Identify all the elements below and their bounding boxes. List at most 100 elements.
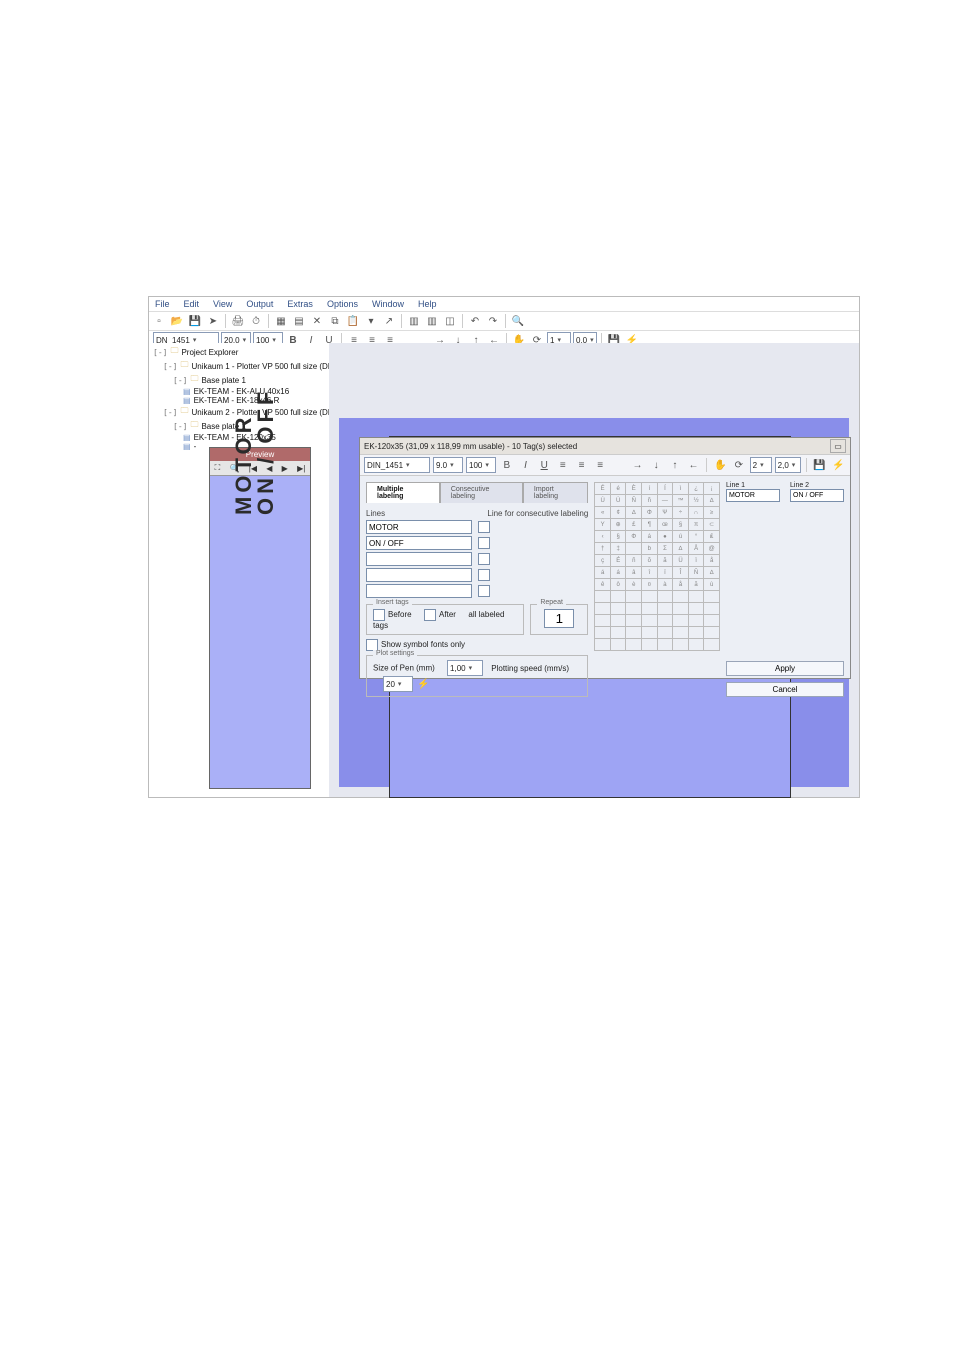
line-chk-3[interactable]	[478, 553, 490, 565]
char-cell[interactable]: œ	[657, 519, 673, 531]
dlg-rotate-icon[interactable]: ⟳	[731, 457, 747, 473]
char-cell[interactable]: ï	[688, 555, 704, 567]
dlg-size-select[interactable]: 9.0	[433, 457, 463, 473]
char-cell[interactable]	[688, 591, 704, 603]
dlg-flash-icon[interactable]: ⚡	[830, 457, 846, 473]
char-cell[interactable]: à	[657, 579, 673, 591]
menu-view[interactable]: View	[213, 299, 232, 309]
char-cell[interactable]	[595, 615, 611, 627]
delete-icon[interactable]: ✕	[309, 313, 325, 329]
char-cell[interactable]	[595, 591, 611, 603]
menu-help[interactable]: Help	[418, 299, 437, 309]
char-cell[interactable]: ÷	[673, 507, 689, 519]
dlg-font-select[interactable]: DIN_1451	[364, 457, 430, 473]
char-cell[interactable]	[610, 639, 626, 651]
char-cell[interactable]: ê	[595, 579, 611, 591]
preview-zoomfit-icon[interactable]: ⛶	[215, 463, 221, 473]
line-input-1[interactable]	[366, 520, 472, 534]
char-cell[interactable]: ‡	[610, 543, 626, 555]
char-cell[interactable]: π	[688, 519, 704, 531]
menu-extras[interactable]: Extras	[287, 299, 313, 309]
char-cell[interactable]	[704, 615, 720, 627]
char-cell[interactable]: —	[657, 495, 673, 507]
menu-file[interactable]: File	[155, 299, 170, 309]
char-cell[interactable]	[704, 639, 720, 651]
char-cell[interactable]: ñ	[642, 495, 658, 507]
char-cell[interactable]: †	[595, 543, 611, 555]
line-chk-1[interactable]	[478, 521, 490, 533]
char-cell[interactable]: ã	[688, 579, 704, 591]
char-cell[interactable]: Y	[595, 519, 611, 531]
char-cell[interactable]: ₤	[704, 531, 720, 543]
char-cell[interactable]: Ù	[610, 495, 626, 507]
char-cell[interactable]: ù	[704, 579, 720, 591]
char-cell[interactable]	[704, 591, 720, 603]
cancel-button[interactable]: Cancel	[726, 682, 844, 697]
copy-icon[interactable]: ⧉	[327, 313, 343, 329]
tab-import-labeling[interactable]: Import labeling	[523, 482, 588, 503]
char-cell[interactable]: Ψ	[657, 507, 673, 519]
char-cell[interactable]	[595, 603, 611, 615]
char-cell[interactable]: ô	[610, 579, 626, 591]
speed-bolt-icon[interactable]: ⚡	[415, 676, 431, 692]
char-cell[interactable]: ¢	[610, 507, 626, 519]
char-cell[interactable]: ç	[595, 555, 611, 567]
char-cell[interactable]: ñ	[626, 555, 642, 567]
char-cell[interactable]: ⊕	[610, 519, 626, 531]
char-cell[interactable]: ï	[657, 567, 673, 579]
col1-icon[interactable]: ▥	[406, 313, 422, 329]
line-chk-5[interactable]	[478, 585, 490, 597]
char-cell[interactable]: ‹	[595, 531, 611, 543]
char-cell[interactable]: È	[626, 483, 642, 495]
char-cell[interactable]: á	[595, 567, 611, 579]
menu-window[interactable]: Window	[372, 299, 404, 309]
dlg-hand-icon[interactable]: ✋	[712, 457, 728, 473]
insert-before-check[interactable]	[373, 609, 385, 621]
char-cell[interactable]	[595, 627, 611, 639]
char-cell[interactable]: É	[610, 555, 626, 567]
preview-next-icon[interactable]: ▶	[282, 464, 288, 473]
char-cell[interactable]	[610, 627, 626, 639]
char-cell[interactable]	[657, 627, 673, 639]
char-cell[interactable]	[626, 627, 642, 639]
insert-after-check[interactable]	[424, 609, 436, 621]
char-cell[interactable]: @	[704, 543, 720, 555]
drop-icon[interactable]: ▾	[363, 313, 379, 329]
char-cell[interactable]: ∆	[626, 507, 642, 519]
char-cell[interactable]: Î	[673, 567, 689, 579]
char-cell[interactable]: õ	[642, 555, 658, 567]
char-cell[interactable]: ™	[673, 495, 689, 507]
char-cell[interactable]	[610, 603, 626, 615]
undo-icon[interactable]: ↶	[467, 313, 483, 329]
char-cell[interactable]	[673, 615, 689, 627]
char-cell[interactable]: ¿	[688, 483, 704, 495]
char-cell[interactable]: è	[626, 579, 642, 591]
apply-button[interactable]: Apply	[726, 661, 844, 676]
char-cell[interactable]	[626, 543, 642, 555]
char-cell[interactable]: ∩	[688, 507, 704, 519]
char-cell[interactable]	[704, 603, 720, 615]
char-cell[interactable]: á	[610, 567, 626, 579]
char-cell[interactable]: ½	[688, 495, 704, 507]
char-cell[interactable]: ¡	[704, 483, 720, 495]
char-cell[interactable]: Ñ	[688, 567, 704, 579]
char-cell[interactable]	[657, 639, 673, 651]
char-cell[interactable]: Φ	[642, 507, 658, 519]
char-cell[interactable]	[642, 639, 658, 651]
char-cell[interactable]: ≥	[704, 507, 720, 519]
dlg-save-icon[interactable]: 💾	[812, 457, 828, 473]
char-cell[interactable]	[688, 627, 704, 639]
char-cell[interactable]: Å	[688, 543, 704, 555]
tab-consecutive-labeling[interactable]: Consecutive labeling	[440, 482, 523, 503]
char-cell[interactable]	[688, 639, 704, 651]
line-input-2[interactable]	[366, 536, 472, 550]
char-cell[interactable]: â	[626, 567, 642, 579]
char-cell[interactable]	[610, 615, 626, 627]
char-cell[interactable]	[595, 639, 611, 651]
dlg-align3-icon[interactable]: ≡	[592, 457, 608, 473]
char-cell[interactable]	[657, 603, 673, 615]
col2-icon[interactable]: ▥	[424, 313, 440, 329]
line-input-3[interactable]	[366, 552, 472, 566]
save-icon[interactable]: 💾	[187, 313, 203, 329]
new-icon[interactable]: ▫	[151, 313, 167, 329]
